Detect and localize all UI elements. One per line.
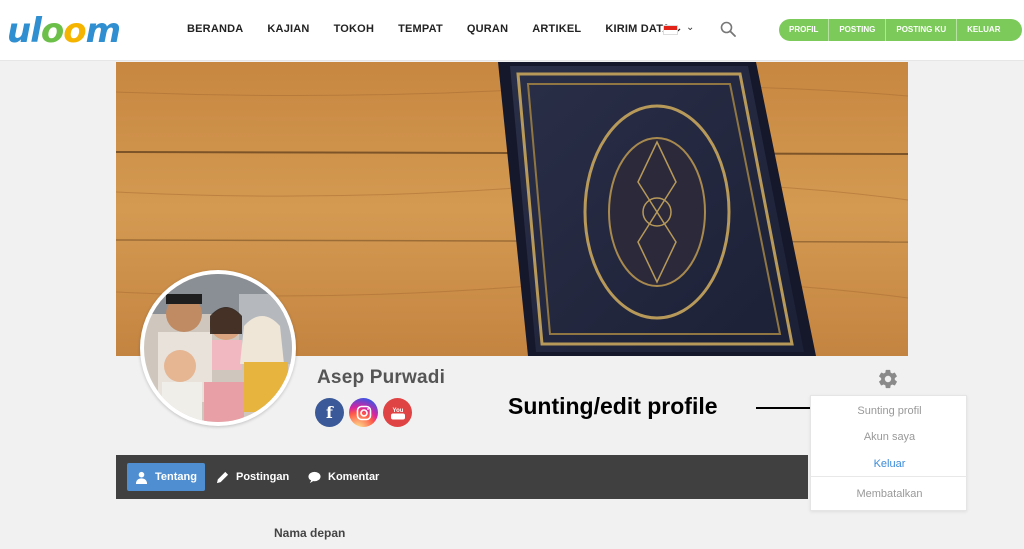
nav-beranda[interactable]: BERANDA	[187, 23, 243, 35]
tab-postingan[interactable]: Postingan	[208, 463, 297, 491]
nav-kajian[interactable]: KAJIAN	[267, 23, 309, 35]
profile-options-dropdown: Sunting profil Akun saya Keluar Membatal…	[810, 395, 968, 511]
tab-komentar-label: Komentar	[328, 471, 380, 483]
site-header: uloom BERANDA KAJIAN TOKOH TEMPAT QURAN …	[0, 0, 1024, 61]
tab-tentang-label: Tentang	[155, 471, 197, 483]
profil-button[interactable]: PROFIL	[779, 19, 830, 41]
nav-tokoh[interactable]: TOKOH	[334, 23, 375, 35]
profile-tabs: Tentang Postingan Komentar	[116, 455, 808, 499]
tab-postingan-label: Postingan	[236, 471, 290, 483]
facebook-glyph: f	[326, 403, 333, 422]
tab-tentang[interactable]: Tentang	[127, 463, 205, 491]
user-menu: PROFIL POSTING POSTING KU KELUAR	[779, 19, 1022, 41]
posting-button[interactable]: POSTING	[829, 19, 887, 41]
nama-depan-label: Nama depan	[274, 526, 346, 540]
profile-avatar[interactable]	[140, 270, 296, 426]
chevron-down-icon[interactable]: ⌄	[686, 22, 694, 33]
youtube-icon[interactable]: You	[383, 398, 412, 427]
nav-tempat[interactable]: TEMPAT	[398, 23, 443, 35]
annotation-label: Sunting/edit profile	[508, 393, 718, 419]
instagram-glyph-icon	[356, 405, 371, 420]
keluar-option[interactable]: Keluar	[811, 458, 968, 470]
user-icon	[135, 471, 148, 484]
search-icon[interactable]	[720, 21, 736, 37]
profile-name: Asep Purwadi	[317, 367, 446, 388]
akun-saya-option[interactable]: Akun saya	[811, 431, 968, 443]
facebook-icon[interactable]: f	[315, 398, 344, 427]
speech-bubble-icon	[308, 471, 321, 483]
avatar	[144, 274, 292, 422]
indonesia-flag-icon[interactable]	[663, 25, 678, 35]
sunting-profil-option[interactable]: Sunting profil	[811, 405, 968, 417]
youtube-glyph-icon: You	[390, 408, 405, 419]
tab-komentar[interactable]: Komentar	[300, 463, 387, 491]
dropdown-divider	[811, 476, 968, 477]
uloom-logo[interactable]: uloom	[7, 11, 121, 51]
posting-ku-button[interactable]: POSTING KU	[886, 19, 958, 41]
social-links: f You	[315, 398, 412, 427]
nav-artikel[interactable]: ARTIKEL	[532, 23, 581, 35]
keluar-button[interactable]: KELUAR	[957, 19, 1010, 41]
pencil-icon	[216, 471, 229, 483]
main-nav: BERANDA KAJIAN TOKOH TEMPAT QURAN ARTIKE…	[187, 23, 706, 35]
nav-quran[interactable]: QURAN	[467, 23, 508, 35]
membatalkan-option[interactable]: Membatalkan	[811, 488, 968, 500]
instagram-icon[interactable]	[349, 398, 378, 427]
youtube-you-text: You	[392, 408, 403, 414]
nav-kirim-data-label: KIRIM DATA	[605, 23, 671, 35]
gear-icon[interactable]	[877, 368, 899, 390]
